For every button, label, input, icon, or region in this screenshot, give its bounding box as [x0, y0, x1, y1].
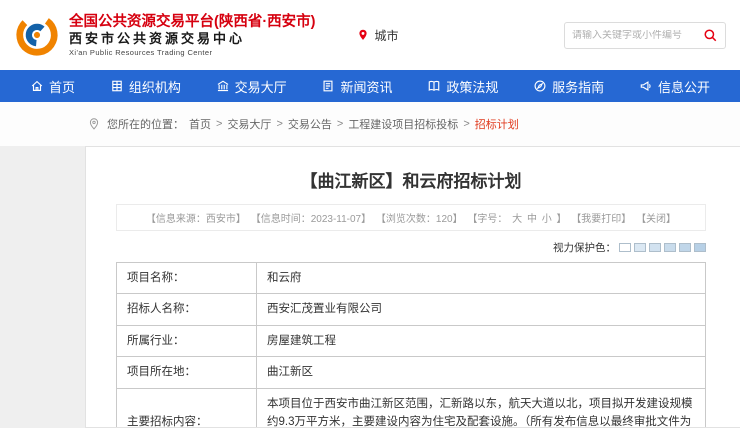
table-row: 项目所在地： 曲江新区	[117, 357, 706, 388]
fontsize-medium-button[interactable]: 中	[527, 214, 537, 225]
breadcrumb-item-announcements[interactable]: 交易公告	[288, 116, 332, 132]
eye-protect-swatch[interactable]	[634, 243, 646, 252]
site-title: 全国公共资源交易平台(陕西省·西安市)	[69, 13, 315, 31]
site-titles: 全国公共资源交易平台(陕西省·西安市) 西安市公共资源交易中心 Xi'an Pu…	[69, 13, 315, 57]
breadcrumb-item-bid-plan: 招标计划	[475, 116, 519, 132]
search-box	[564, 22, 726, 49]
search-input[interactable]	[572, 30, 703, 41]
city-selector[interactable]: 城市	[357, 27, 398, 44]
table-row: 项目名称： 和云府	[117, 263, 706, 294]
article-card: 【曲江新区】和云府招标计划 【信息来源：西安市】 【信息时间：2023-11-0…	[85, 146, 740, 428]
row-value: 房屋建筑工程	[257, 325, 706, 356]
breadcrumb-item-trading-hall[interactable]: 交易大厅	[227, 116, 271, 132]
eye-protect-label: 视力保护色：	[553, 240, 616, 255]
close-button[interactable]: 【关闭】	[636, 214, 676, 225]
city-label: 城市	[374, 27, 398, 44]
site-logo-icon	[14, 12, 60, 58]
meta-fontsize-suffix: 】	[557, 214, 567, 225]
center-name: 西安市公共资源交易中心	[69, 31, 315, 47]
row-label: 项目所在地：	[117, 357, 257, 388]
breadcrumb: 您所在的位置： 首页 > 交易大厅 > 交易公告 > 工程建设项目招标投标 > …	[0, 102, 740, 146]
print-button[interactable]: 【我要打印】	[571, 214, 631, 225]
meta-time: 【信息时间：2023-11-07】	[251, 214, 371, 225]
table-row: 主要招标内容： 本项目位于西安市曲江新区范围，汇新路以东，航天大道以北，项目拟开…	[117, 388, 706, 428]
page-title: 【曲江新区】和云府招标计划	[116, 167, 706, 192]
nav-item-label: 政策法规	[446, 77, 498, 96]
breadcrumb-separator: >	[276, 118, 282, 130]
eye-protect-swatch[interactable]	[649, 243, 661, 252]
nav-item-news[interactable]: 新闻资讯	[321, 77, 392, 96]
row-label: 所属行业：	[117, 325, 257, 356]
site-header: 全国公共资源交易平台(陕西省·西安市) 西安市公共资源交易中心 Xi'an Pu…	[0, 0, 740, 70]
row-value: 曲江新区	[257, 357, 706, 388]
row-label: 项目名称：	[117, 263, 257, 294]
nav-item-label: 交易大厅	[235, 77, 287, 96]
trading-hall-icon	[216, 79, 230, 93]
nav-item-label: 组织机构	[129, 77, 181, 96]
nav-item-label: 服务指南	[552, 77, 604, 96]
fontsize-small-button[interactable]: 小	[542, 214, 552, 225]
breadcrumb-separator: >	[463, 118, 469, 130]
nav-item-service-guide[interactable]: 服务指南	[533, 77, 604, 96]
megaphone-icon	[639, 79, 653, 93]
project-info-table: 项目名称： 和云府 招标人名称： 西安汇茂置业有限公司 所属行业： 房屋建筑工程…	[116, 262, 706, 428]
nav-item-policies[interactable]: 政策法规	[427, 77, 498, 96]
eye-protect-row: 视力保护色：	[116, 240, 706, 255]
row-value: 西安汇茂置业有限公司	[257, 294, 706, 325]
main-area: 【曲江新区】和云府招标计划 【信息来源：西安市】 【信息时间：2023-11-0…	[0, 146, 740, 428]
table-row: 所属行业： 房屋建筑工程	[117, 325, 706, 356]
eye-protect-swatch[interactable]	[664, 243, 676, 252]
row-value: 和云府	[257, 263, 706, 294]
breadcrumb-item-home[interactable]: 首页	[189, 116, 211, 132]
fontsize-large-button[interactable]: 大	[512, 214, 522, 225]
main-nav: 首页 组织机构 交易大厅 新闻资讯 政策法规 服务指南 信息公开	[0, 70, 740, 102]
location-pin-icon	[357, 29, 369, 41]
meta-fontsize-prefix: 【字号：	[467, 214, 507, 225]
breadcrumb-item-construction-bidding[interactable]: 工程建设项目招标投标	[348, 116, 458, 132]
article-meta: 【信息来源：西安市】 【信息时间：2023-11-07】 【浏览次数：120】 …	[116, 204, 706, 231]
eye-protect-swatch[interactable]	[679, 243, 691, 252]
compass-icon	[533, 79, 547, 93]
meta-source: 【信息来源：西安市】	[146, 214, 246, 225]
breadcrumb-pin-icon	[88, 118, 100, 130]
nav-item-label: 信息公开	[658, 77, 710, 96]
breadcrumb-prefix: 您所在的位置：	[107, 116, 184, 132]
home-icon	[30, 79, 44, 93]
row-label: 主要招标内容：	[117, 388, 257, 428]
breadcrumb-separator: >	[337, 118, 343, 130]
organization-icon	[110, 79, 124, 93]
search-icon[interactable]	[703, 28, 718, 43]
row-label: 招标人名称：	[117, 294, 257, 325]
row-value: 本项目位于西安市曲江新区范围，汇新路以东，航天大道以北，项目拟开发建设规模约9.…	[257, 388, 706, 428]
eye-protect-swatch[interactable]	[619, 243, 631, 252]
news-icon	[321, 79, 335, 93]
eye-protect-swatch[interactable]	[694, 243, 706, 252]
nav-item-info-disclosure[interactable]: 信息公开	[639, 77, 710, 96]
nav-item-label: 首页	[49, 77, 75, 96]
nav-item-organization[interactable]: 组织机构	[110, 77, 181, 96]
nav-item-home[interactable]: 首页	[30, 77, 75, 96]
nav-item-label: 新闻资讯	[340, 77, 392, 96]
meta-views: 【浏览次数：120】	[376, 214, 463, 225]
nav-item-trading-hall[interactable]: 交易大厅	[216, 77, 287, 96]
table-row: 招标人名称： 西安汇茂置业有限公司	[117, 294, 706, 325]
center-name-en: Xi'an Public Resources Trading Center	[69, 48, 315, 57]
breadcrumb-separator: >	[216, 118, 222, 130]
policy-book-icon	[427, 79, 441, 93]
